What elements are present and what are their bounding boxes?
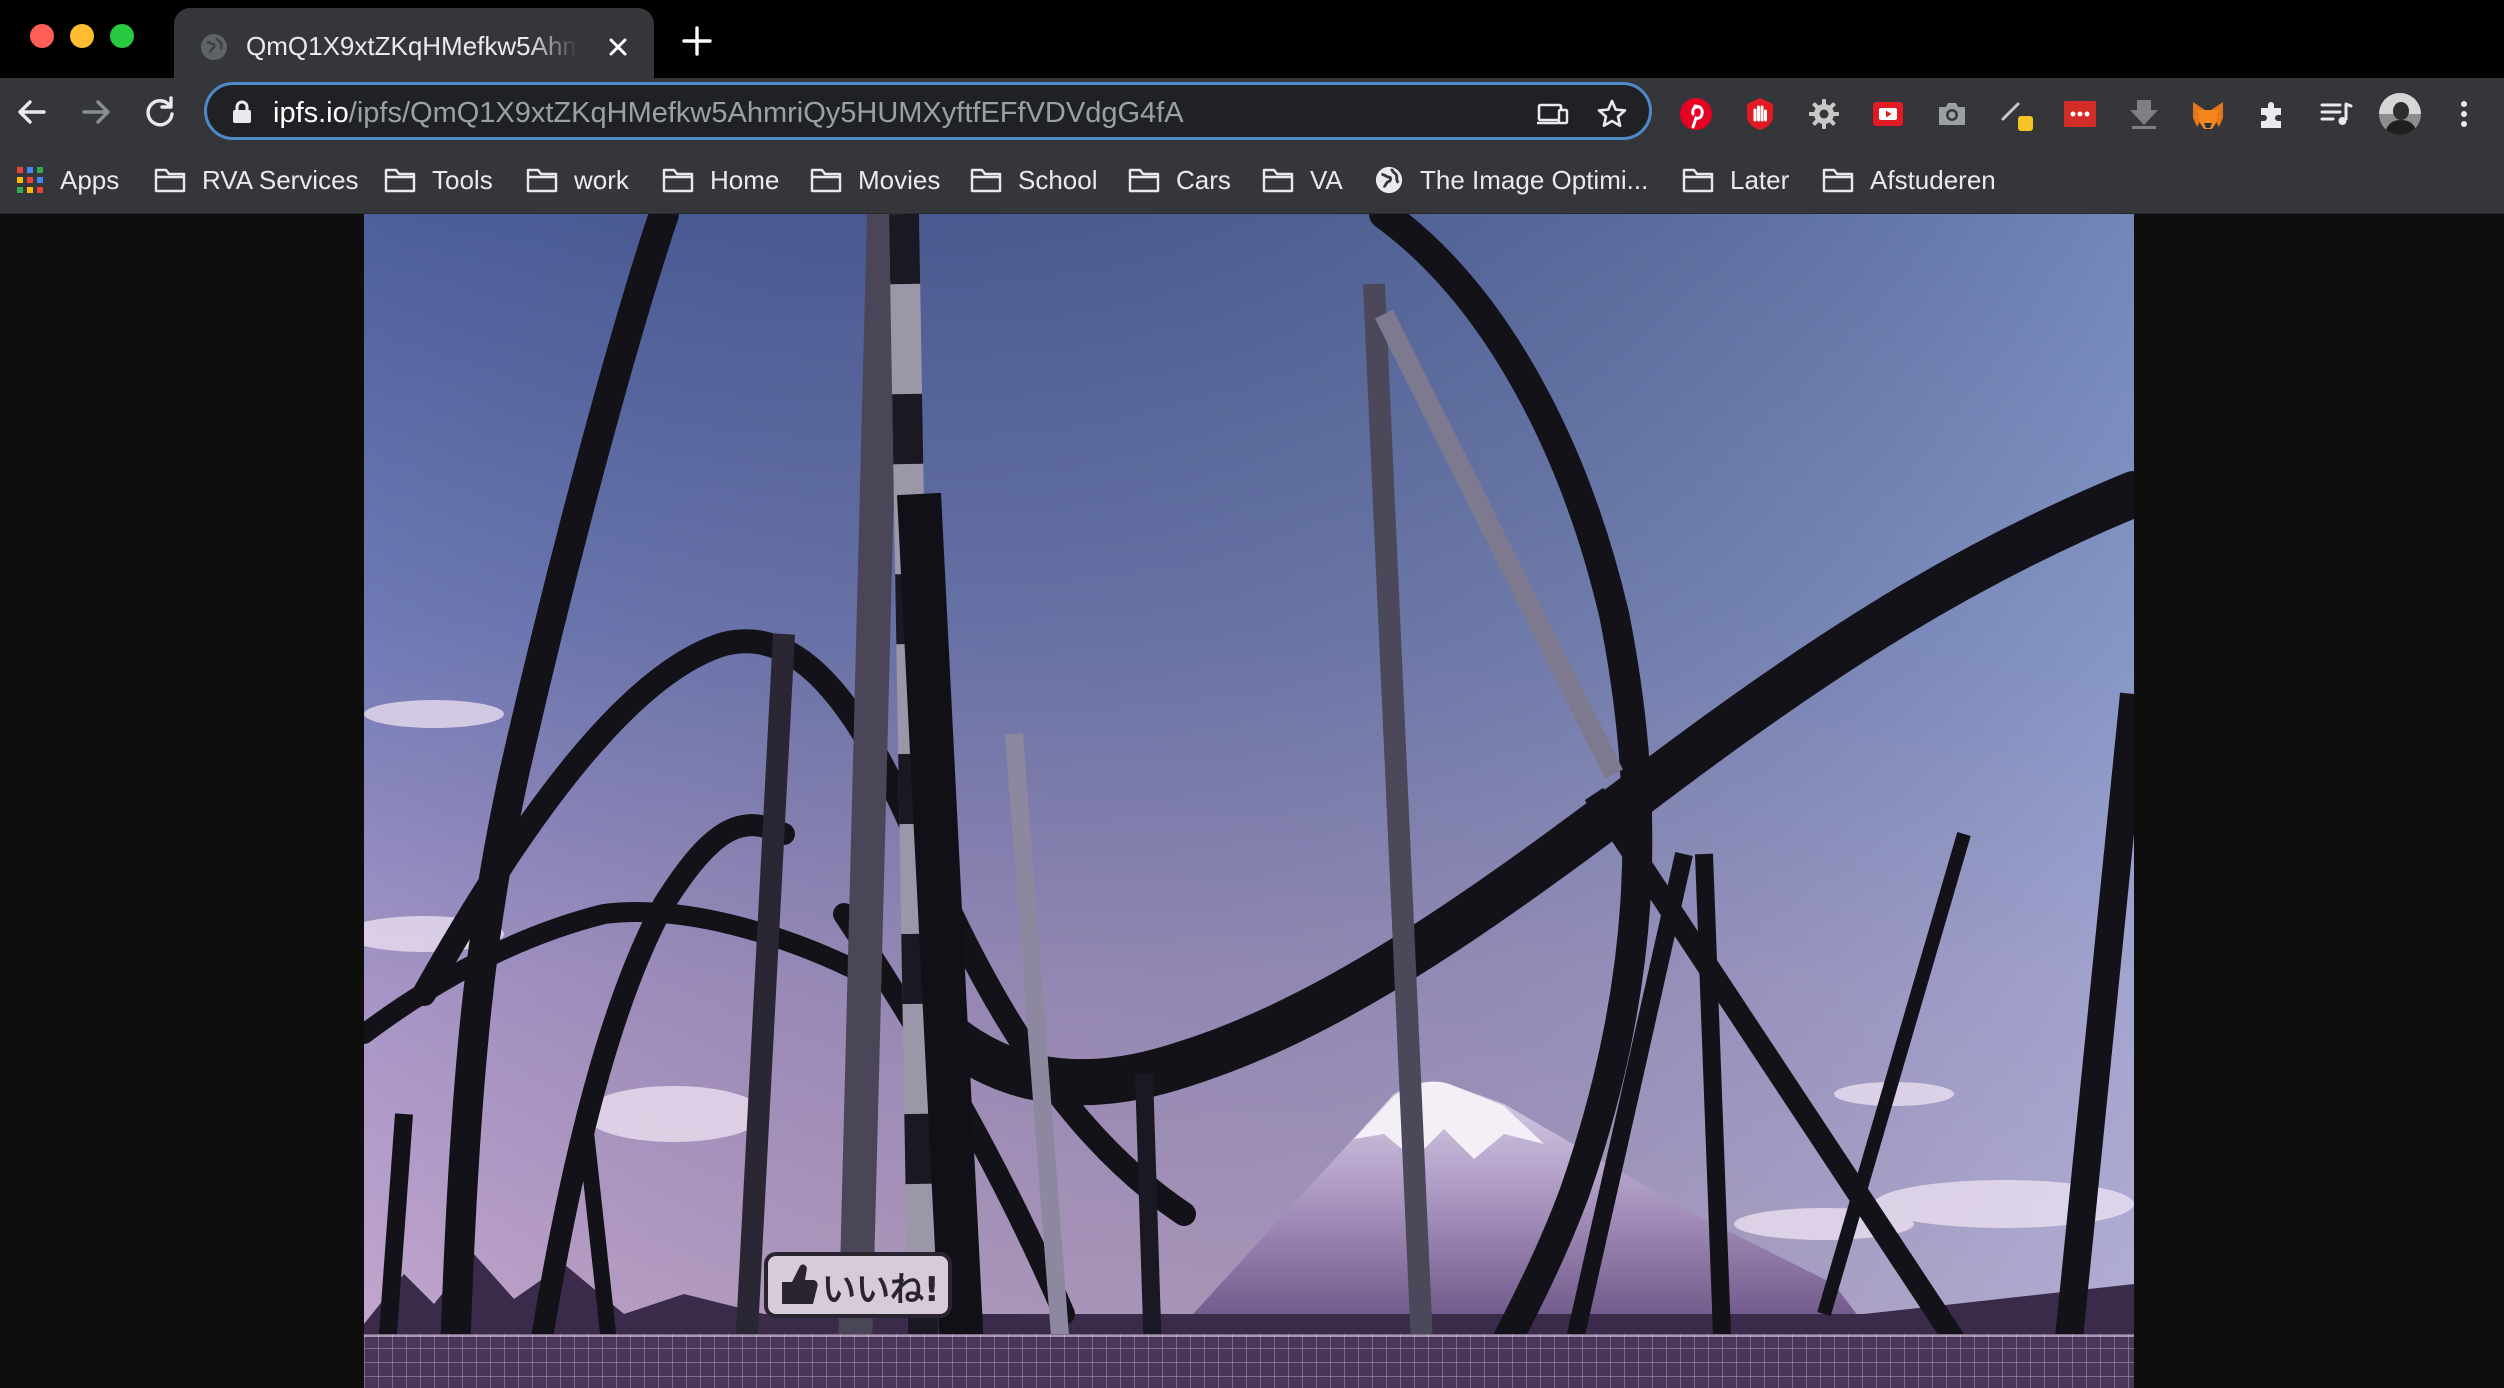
folder-icon <box>810 168 842 193</box>
globe-icon <box>201 34 227 60</box>
download-icon[interactable] <box>2126 96 2162 132</box>
bookmark-folder-school[interactable]: School <box>970 160 1098 200</box>
bookmark-folder-va[interactable]: VA <box>1262 160 1343 200</box>
tab-active[interactable]: QmQ1X9xtZKqHMefkw5AhmriQy5HUMXyftfEFfVDV… <box>174 8 654 78</box>
new-tab-icon[interactable] <box>680 24 714 58</box>
media-queue-icon[interactable] <box>2318 96 2354 132</box>
pinterest-icon[interactable] <box>1678 96 1714 132</box>
address-bar[interactable]: ipfs.io/ipfs/QmQ1X9xtZKqHMefkw5AhmriQy5H… <box>204 82 1652 140</box>
sign-text: いいね! <box>822 1270 940 1310</box>
folder-icon <box>1262 168 1294 193</box>
url-host: ipfs.io <box>273 97 349 129</box>
bookmark-apps[interactable]: Apps <box>16 160 119 200</box>
bookmark-star-icon[interactable] <box>1595 97 1629 131</box>
lastpass-icon[interactable] <box>2062 96 2098 132</box>
back-arrow-icon[interactable] <box>12 92 52 132</box>
maximize-window-button[interactable] <box>110 24 134 48</box>
folder-icon <box>526 168 558 193</box>
page-viewport: いいね! <box>0 214 2504 1388</box>
bookmark-folder-movies[interactable]: Movies <box>810 160 940 200</box>
bookmark-folder-afstuderen[interactable]: Afstuderen <box>1822 160 1996 200</box>
bookmark-label: Movies <box>858 164 941 195</box>
folder-icon <box>1682 168 1714 193</box>
lock-icon[interactable] <box>231 100 253 124</box>
bookmark-label: work <box>574 164 629 195</box>
close-window-button[interactable] <box>30 24 54 48</box>
minimize-window-button[interactable] <box>70 24 94 48</box>
color-picker-icon[interactable] <box>1998 96 2034 132</box>
bookmarks-bar: Apps RVA Services Tools work Home Movies… <box>0 146 2504 214</box>
url-text[interactable]: ipfs.io/ipfs/QmQ1X9xtZKqHMefkw5AhmriQy5H… <box>273 97 1184 130</box>
browser-toolbar: ipfs.io/ipfs/QmQ1X9xtZKqHMefkw5AhmriQy5H… <box>0 78 2504 146</box>
bookmark-image-optimizer[interactable]: The Image Optimi... <box>1374 160 1648 200</box>
bookmark-label: The Image Optimi... <box>1420 164 1649 195</box>
bookmark-folder-later[interactable]: Later <box>1682 160 1789 200</box>
reload-icon[interactable] <box>140 92 180 132</box>
folder-icon <box>154 168 186 193</box>
bookmark-folder-rva-services[interactable]: RVA Services <box>154 160 359 200</box>
like-sign: いいね! <box>764 1252 952 1318</box>
globe-icon <box>1375 166 1403 194</box>
bookmark-folder-tools[interactable]: Tools <box>384 160 493 200</box>
stop-hand-icon[interactable] <box>1742 96 1778 132</box>
bookmark-label: Tools <box>432 164 493 195</box>
tab-title: QmQ1X9xtZKqHMefkw5AhmriQy5HUMXyftfEFfVDV… <box>246 31 578 61</box>
gear-icon[interactable] <box>1806 96 1842 132</box>
cast-device-icon[interactable] <box>1535 97 1569 131</box>
bookmark-label: School <box>1018 164 1098 195</box>
bookmark-label: Cars <box>1176 164 1231 195</box>
camera-icon[interactable] <box>1934 96 1970 132</box>
folder-icon <box>970 168 1002 193</box>
profile-avatar[interactable] <box>2378 92 2422 136</box>
bookmark-label: Apps <box>60 164 120 195</box>
folder-icon <box>1128 168 1160 193</box>
metamask-icon[interactable] <box>2190 96 2226 132</box>
folder-icon <box>1822 168 1854 193</box>
bookmark-folder-home[interactable]: Home <box>662 160 779 200</box>
bookmark-label: Later <box>1730 164 1790 195</box>
apps-grid-icon <box>17 167 43 193</box>
bookmark-folder-cars[interactable]: Cars <box>1128 160 1231 200</box>
browser-menu-icon[interactable] <box>2446 96 2482 132</box>
photo-illustration: いいね! <box>364 214 2134 1388</box>
folder-icon <box>384 168 416 193</box>
url-path: /ipfs/QmQ1X9xtZKqHMefkw5AhmriQy5HUMXyftf… <box>348 97 1184 129</box>
bookmark-label: VA <box>1310 164 1343 195</box>
roller-coaster-photo[interactable]: いいね! <box>364 214 2134 1388</box>
bookmark-label: Home <box>710 164 780 195</box>
bookmark-folder-work[interactable]: work <box>526 160 629 200</box>
forward-arrow-icon[interactable] <box>76 92 116 132</box>
youtube-icon[interactable] <box>1870 96 1906 132</box>
close-tab-icon[interactable] <box>604 33 632 61</box>
bookmark-label: RVA Services <box>202 164 359 195</box>
puzzle-extensions-icon[interactable] <box>2254 96 2290 132</box>
folder-icon <box>662 168 694 193</box>
bookmark-label: Afstuderen <box>1870 164 1996 195</box>
tab-strip: QmQ1X9xtZKqHMefkw5AhmriQy5HUMXyftfEFfVDV… <box>0 0 2504 78</box>
